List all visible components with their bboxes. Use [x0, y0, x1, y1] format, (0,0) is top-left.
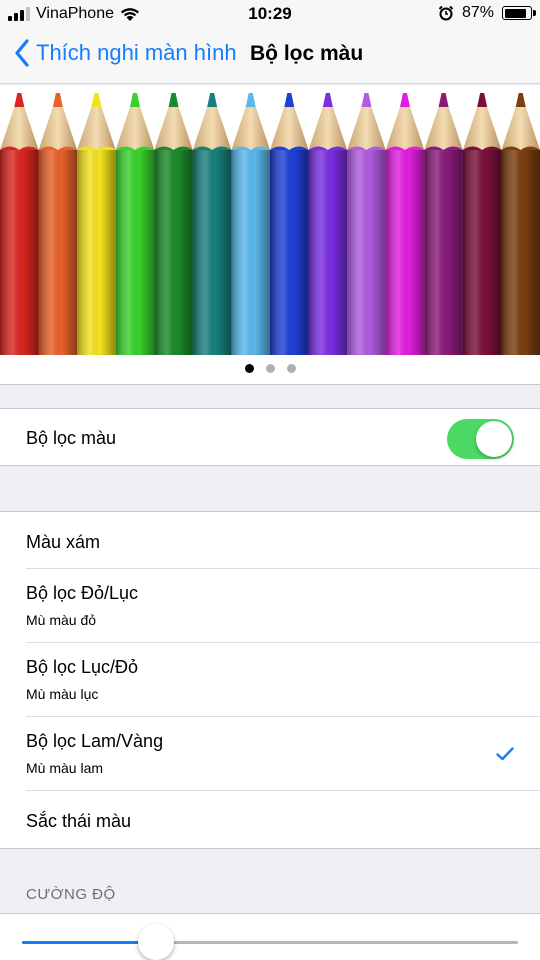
color-filter-switch[interactable]	[447, 419, 514, 459]
page-indicator[interactable]	[0, 364, 540, 373]
pencil	[308, 93, 348, 355]
pencil	[385, 93, 425, 355]
filter-preview-carousel[interactable]	[0, 85, 540, 385]
pencil	[347, 93, 386, 355]
pencil	[77, 93, 116, 355]
filter-options-list: Màu xám Bộ lọc Đỏ/Lục Mù màu đỏ Bộ lọc Lục/…	[0, 511, 540, 849]
intensity-slider-row	[0, 913, 540, 960]
filter-option[interactable]: Bộ lọc Đỏ/Lục Mù màu đỏ	[26, 569, 540, 643]
pencil	[501, 93, 540, 355]
pencil	[38, 93, 78, 355]
filter-option-label: Màu xám	[26, 532, 101, 552]
pencil	[115, 93, 155, 355]
filter-option[interactable]: Bộ lọc Lục/Đỏ Mù màu lục	[26, 643, 540, 717]
filter-option[interactable]: Bộ lọc Lam/Vàng Mù màu lam	[26, 717, 540, 791]
battery-fill	[504, 8, 527, 18]
switch-knob	[476, 421, 512, 457]
color-filter-label: Bộ lọc màu	[26, 428, 117, 448]
color-filter-row: Bộ lọc màu	[0, 409, 540, 465]
pencil	[462, 93, 502, 355]
slider-fill	[22, 941, 156, 944]
filter-option[interactable]: Màu xám	[26, 512, 540, 569]
filter-option-label: Bộ lọc Lục/Đỏ	[26, 657, 139, 677]
filter-option-label: Sắc thái màu	[26, 811, 132, 831]
page-dot[interactable]	[244, 364, 254, 373]
navigation-bar: Thích nghi màn hình Bộ lọc màu	[0, 28, 540, 84]
slider-thumb[interactable]	[137, 924, 174, 960]
checkmark-icon	[496, 747, 514, 761]
status-bar: VinaPhone 10:29 87%	[0, 0, 540, 28]
filter-option-label: Bộ lọc Lam/Vàng	[26, 731, 164, 751]
filter-option[interactable]: Sắc thái màu	[26, 791, 540, 848]
pencil	[424, 93, 463, 355]
alarm-icon	[438, 5, 454, 21]
filter-option-subtitle: Mù màu lục	[26, 686, 99, 702]
pencil	[0, 93, 39, 355]
filter-option-subtitle: Mù màu đỏ	[26, 612, 97, 628]
back-button[interactable]: Thích nghi màn hình	[14, 39, 237, 67]
chevron-left-icon	[15, 39, 29, 67]
pencil	[231, 93, 270, 355]
intensity-header: CƯỜNG ĐỘ	[26, 886, 116, 903]
page-dot[interactable]	[265, 364, 275, 373]
page-dot[interactable]	[286, 364, 296, 373]
filter-option-subtitle: Mù màu lam	[26, 760, 104, 776]
page-title: Bộ lọc màu	[250, 42, 364, 65]
battery-percent: 87%	[461, 4, 494, 21]
colored-pencils-image	[0, 93, 540, 355]
intensity-slider[interactable]	[22, 924, 518, 960]
status-right: 87%	[438, 4, 536, 22]
pencil	[270, 93, 309, 355]
pencil	[192, 93, 232, 355]
color-filter-toggle-group: Bộ lọc màu	[0, 408, 540, 466]
filter-option-label: Bộ lọc Đỏ/Lục	[26, 583, 139, 603]
back-label: Thích nghi màn hình	[36, 40, 237, 65]
pencil	[154, 93, 193, 355]
battery-icon	[502, 6, 536, 20]
